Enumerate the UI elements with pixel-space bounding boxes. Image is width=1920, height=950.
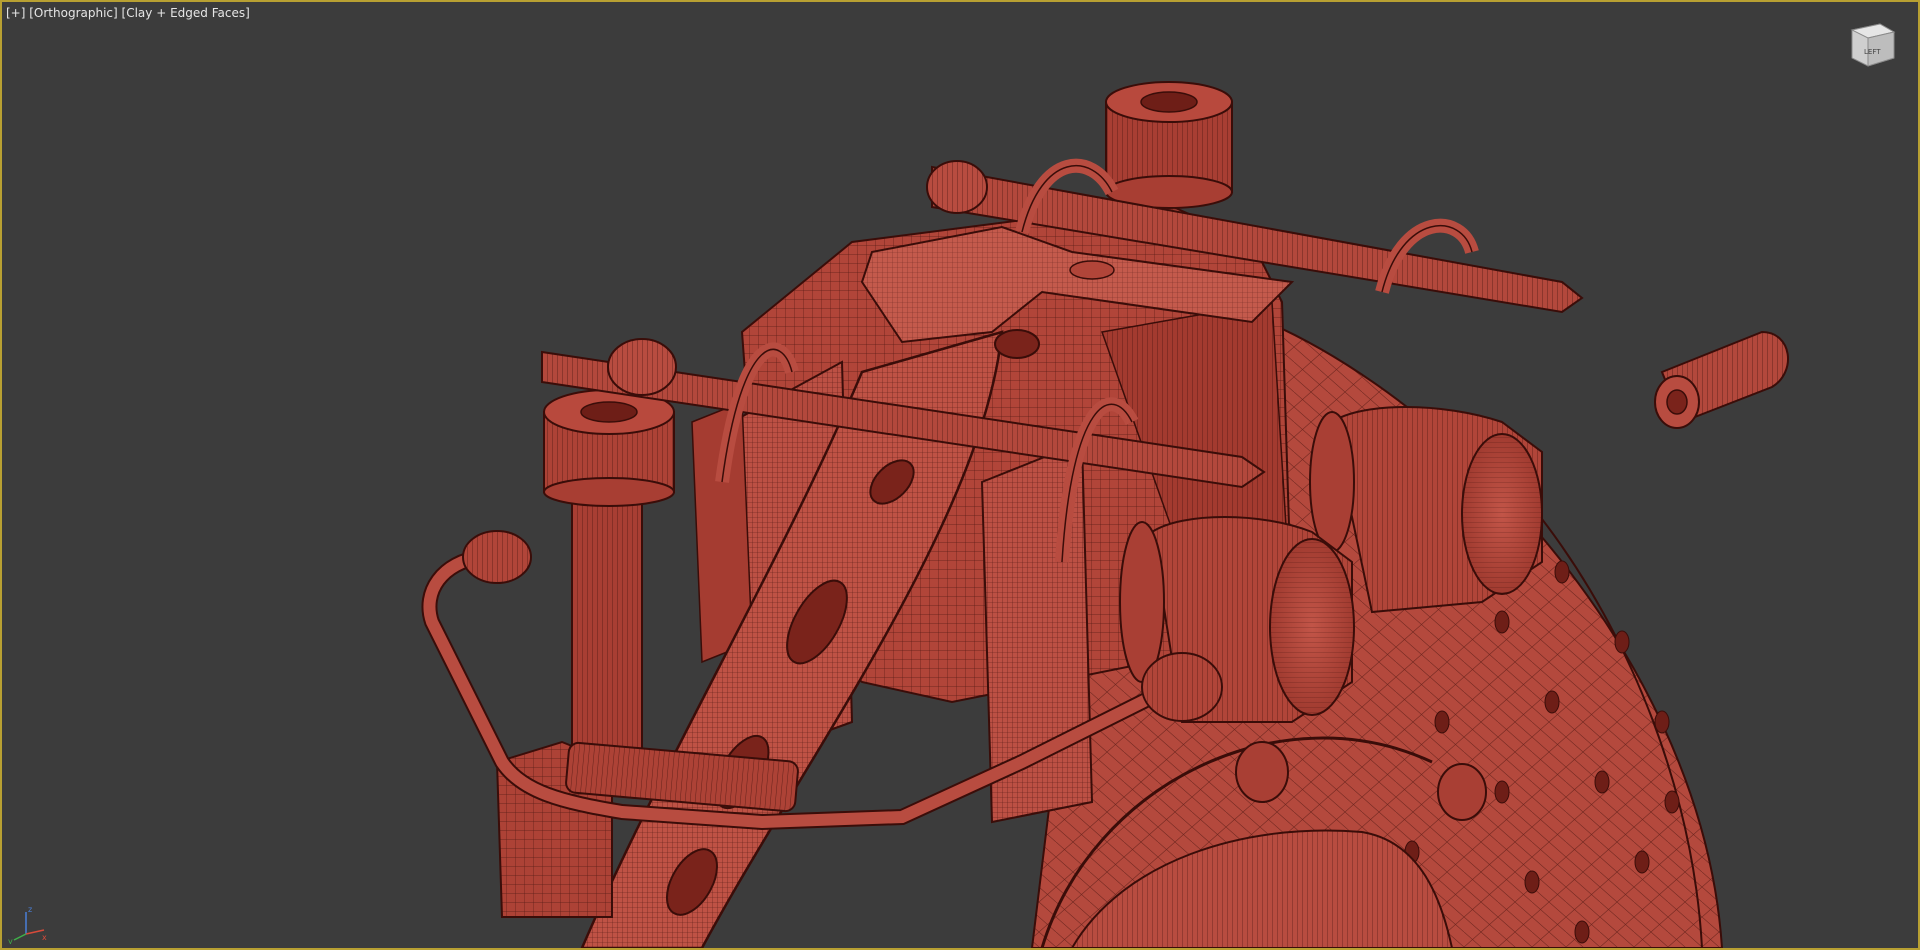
viewport-label: [+] [Orthographic] [Clay + Edged Faces] xyxy=(6,6,250,20)
axis-x-label: x xyxy=(42,933,47,942)
axis-z-label: z xyxy=(28,905,32,914)
viewcube-icon[interactable]: LEFT xyxy=(1842,18,1900,70)
viewport-menu-button[interactable]: [+] xyxy=(6,6,25,20)
3d-viewport[interactable]: [+] [Orthographic] [Clay + Edged Faces] … xyxy=(0,0,1920,950)
viewcube-face-label: LEFT xyxy=(1864,48,1881,56)
top-bolt xyxy=(1105,81,1233,209)
axis-tripod-icon: z x y xyxy=(8,905,47,944)
axis-y-label: y xyxy=(8,937,13,944)
left-bolt xyxy=(543,389,675,753)
scene-render[interactable] xyxy=(2,2,1918,948)
view-mode-menu[interactable]: [Orthographic] xyxy=(29,6,117,20)
shading-mode-menu[interactable]: [Clay + Edged Faces] xyxy=(122,6,250,20)
bleeder-valve xyxy=(1654,330,1789,429)
